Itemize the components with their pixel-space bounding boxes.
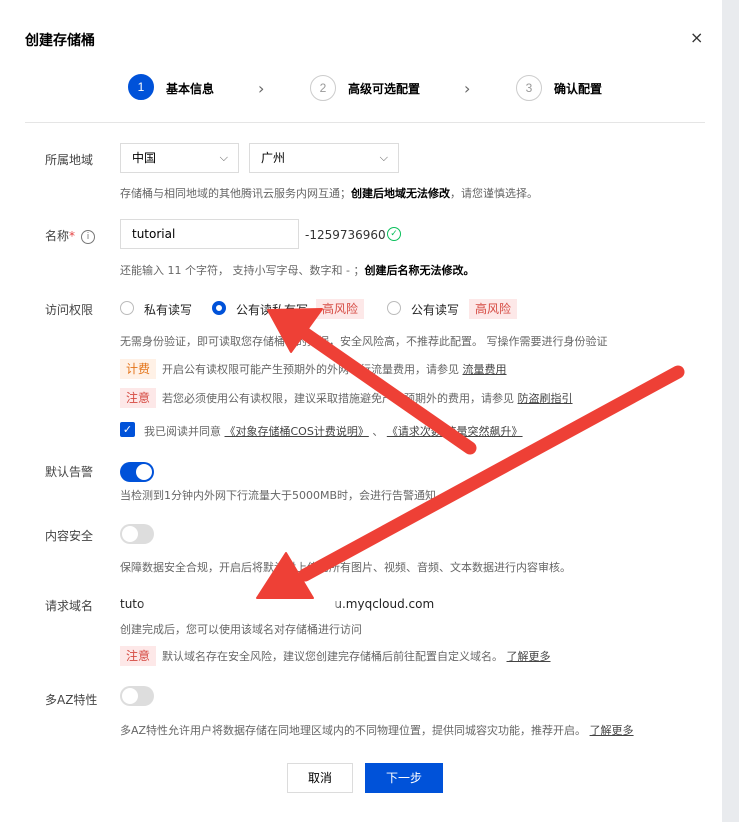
toggle-knob: [136, 464, 152, 480]
alarm-toggle[interactable]: [120, 462, 154, 482]
content-security-label: 内容安全: [45, 529, 94, 543]
risk-badge: 高风险: [316, 299, 365, 319]
page-scrollbar-track[interactable]: [722, 0, 739, 822]
note-tag: 注意: [120, 388, 157, 408]
step-3-label: 确认配置: [554, 82, 603, 96]
radio-public-read-write-label[interactable]: 公有读写: [411, 301, 459, 318]
content-security-toggle[interactable]: [120, 524, 154, 544]
toggle-knob: [122, 688, 138, 704]
learn-more-link[interactable]: 了解更多: [590, 724, 634, 737]
request-domain-hint: 创建完成后，您可以使用该域名对存储桶进行访问: [120, 623, 362, 636]
radio-public-read[interactable]: [212, 301, 226, 315]
appid-suffix: -1259736960: [305, 228, 386, 242]
close-icon[interactable]: ×: [690, 28, 703, 47]
multi-az-label: 多AZ特性: [45, 693, 98, 707]
region-label: 所属地域: [45, 153, 94, 167]
traffic-fee-link[interactable]: 流量费用: [463, 363, 507, 376]
fee-tag: 计费: [120, 359, 157, 379]
domain-note: 注意 默认域名存在安全风险，建议您创建完存储桶后前往配置自定义域名。 了解更多: [120, 646, 551, 667]
bucket-name-input[interactable]: tutorial: [120, 219, 299, 249]
country-value: 中国: [132, 151, 157, 165]
region-hint: 存储桶与相同地域的其他腾讯云服务内网互通；创建后地域无法修改，请您谨慎选择。: [120, 187, 538, 200]
name-label: 名称* i: [45, 227, 96, 244]
step-2-label: 高级可选配置: [348, 82, 421, 96]
access-label: 访问权限: [45, 303, 94, 317]
check-circle-icon: ✓: [387, 227, 401, 241]
step-3-number: 3: [516, 75, 542, 101]
access-desc: 无需身份验证，即可读取您存储桶中的数据，安全风险高，不推荐此配置。 写操作需要进…: [120, 335, 608, 348]
create-bucket-dialog: 创建存储桶 × 1 基本信息 › 2 高级可选配置 › 3 确认配置 所属地域 …: [0, 0, 722, 822]
toggle-knob: [122, 526, 138, 542]
multi-az-hint: 多AZ特性允许用户将数据存储在同地理区域内的不同物理位置，提供同城容灾功能，推荐…: [120, 724, 634, 737]
city-value: 广州: [261, 151, 286, 165]
step-1-number: 1: [128, 74, 154, 100]
learn-more-link[interactable]: 了解更多: [507, 650, 551, 663]
next-button[interactable]: 下一步: [365, 763, 443, 793]
chevron-right-icon: ›: [258, 79, 265, 98]
city-select[interactable]: 广州 ⌵: [249, 143, 399, 173]
fee-notice: 计费 开启公有读权限可能产生预期外的外网下行流量费用，请参见 流量费用: [120, 359, 507, 380]
risk-badge: 高风险: [469, 299, 518, 319]
info-icon[interactable]: i: [81, 229, 96, 244]
traffic-spike-doc-link[interactable]: 《请求次数/流量突然飙升》: [387, 425, 523, 438]
request-domain-label: 请求域名: [45, 599, 94, 613]
multi-az-toggle[interactable]: [120, 686, 154, 706]
alarm-hint: 当检测到1分钟内外网下行流量大于5000MB时，会进行告警通知。: [120, 489, 448, 502]
content-security-hint: 保障数据安全合规，开启后将默认对上传的所有图片、视频、音频、文本数据进行内容审核…: [120, 561, 571, 574]
agree-text: 我已阅读并同意 《对象存储桶COS计费说明》 、 《请求次数/流量突然飙升》: [144, 425, 523, 438]
cancel-button[interactable]: 取消: [287, 763, 353, 793]
name-hint: 还能输入 11 个字符， 支持小写字母、数字和 - ；创建后名称无法修改。: [120, 264, 475, 277]
step-2-number: 2: [310, 75, 336, 101]
chevron-down-icon: ⌵: [379, 151, 388, 164]
access-note: 注意 若您必须使用公有读权限，建议采取措施避免产生预期外的费用，请参见 防盗刷指引: [120, 388, 573, 409]
redacted-region: [146, 595, 336, 615]
radio-public-read-label[interactable]: 公有读私有写: [236, 301, 308, 318]
country-select[interactable]: 中国 ⌵: [120, 143, 239, 173]
anti-abuse-link[interactable]: 防盗刷指引: [518, 392, 573, 405]
step-1-label: 基本信息: [166, 82, 215, 96]
header-divider: [25, 122, 705, 123]
billing-doc-link[interactable]: 《对象存储桶COS计费说明》: [225, 425, 369, 438]
radio-private[interactable]: [120, 301, 134, 315]
chevron-right-icon: ›: [464, 79, 471, 98]
note-tag: 注意: [120, 646, 157, 666]
dialog-title: 创建存储桶: [25, 33, 95, 49]
radio-private-label[interactable]: 私有读写: [144, 301, 192, 318]
agree-checkbox[interactable]: ✓: [120, 422, 135, 437]
radio-public-read-write[interactable]: [387, 301, 401, 315]
chevron-down-icon: ⌵: [219, 151, 228, 164]
alarm-label: 默认告警: [45, 465, 94, 479]
